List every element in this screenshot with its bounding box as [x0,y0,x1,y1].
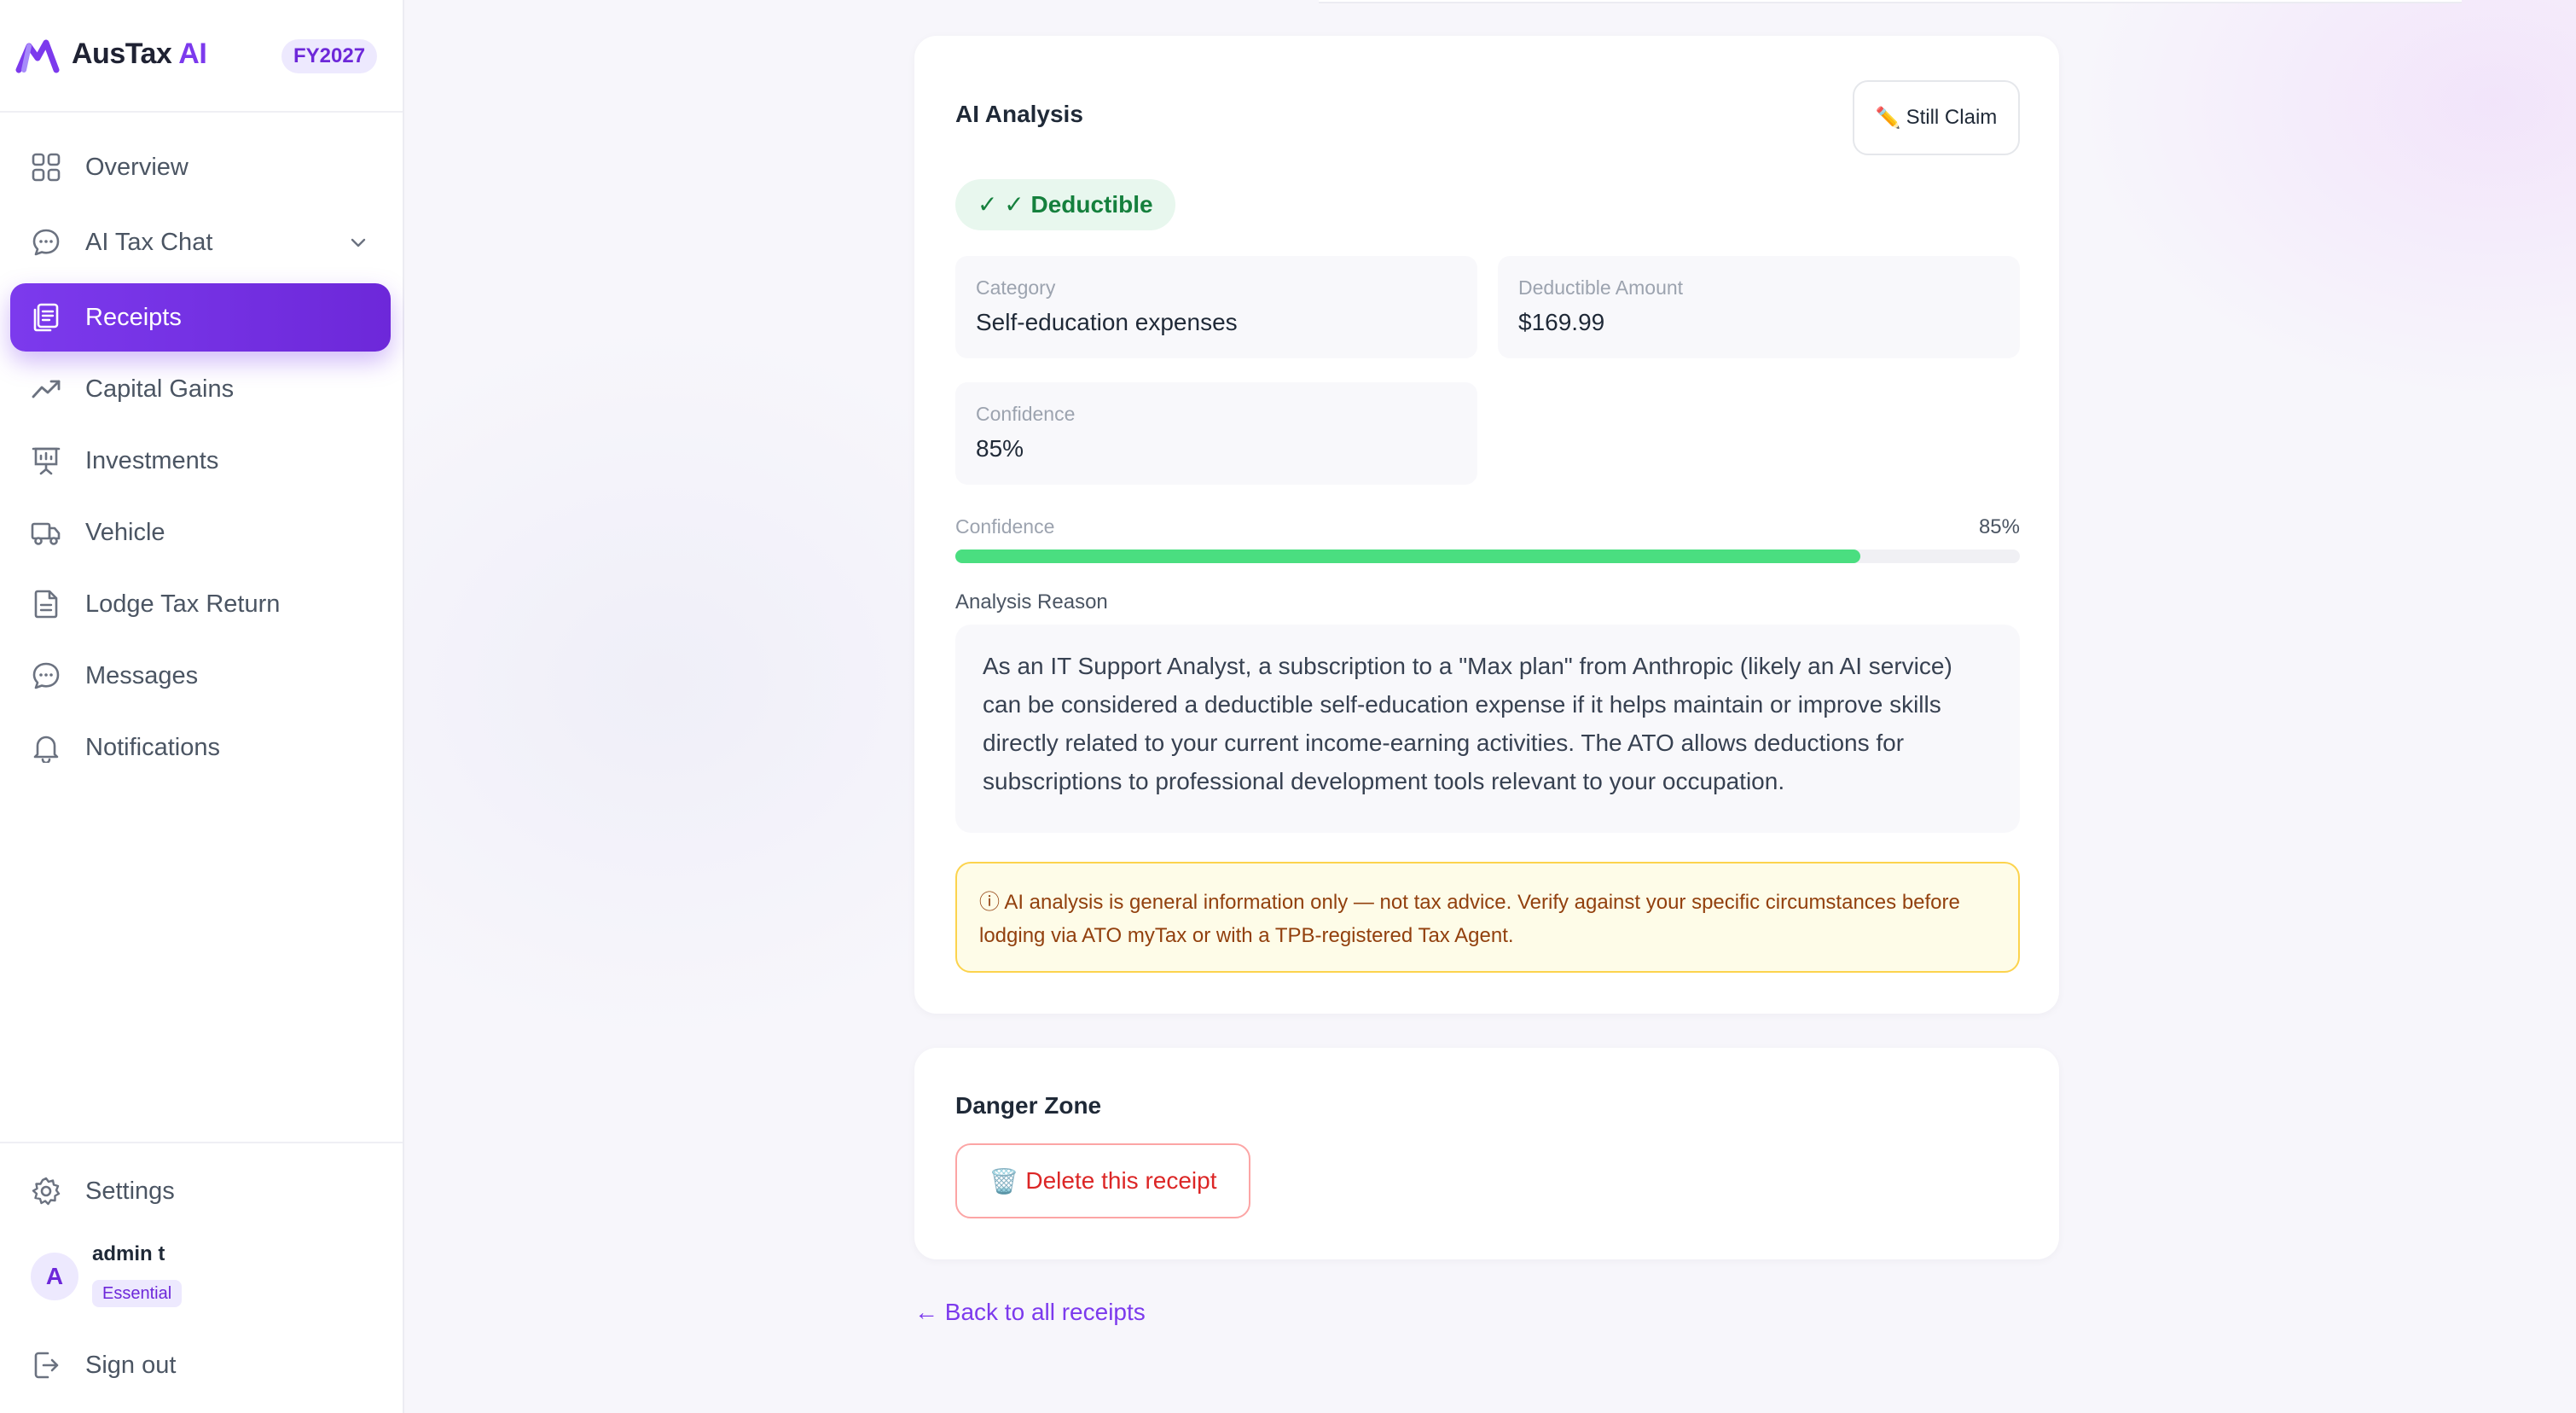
sign-out-icon [34,1352,59,1379]
settings-label: Settings [85,1177,175,1205]
brand-name-text: AusTax [72,38,172,70]
confidence-value: 85% [976,435,1024,462]
back-to-receipts-link[interactable]: ← Back to all receipts [914,1299,1146,1326]
avatar[interactable]: A [31,1253,78,1300]
user-name: admin t [92,1242,165,1265]
chevron-down-icon[interactable] [348,232,368,253]
chat-icon [32,229,60,256]
sidebar-divider [0,1142,403,1143]
receipt-icon [33,303,59,332]
plan-badge: Essential [92,1280,183,1307]
confidence-progress-track [955,550,2020,563]
confidence-field: Confidence 85% [955,382,1477,485]
still-claim-label: Still Claim [1906,106,1998,129]
category-value: Self-education expenses [976,309,1238,335]
sidebar-item-label: Receipts [85,303,182,331]
presentation-chart-icon [32,447,61,475]
disclaimer-notice: ⓘ AI analysis is general information onl… [955,862,2020,973]
sidebar-item-overview[interactable]: Overview [10,133,391,201]
sidebar-item-capital-gains[interactable]: Capital Gains [10,355,391,423]
sidebar-item-label: Investments [85,446,219,474]
sidebar-item-label: Notifications [85,733,220,761]
grid-icon [32,153,61,182]
document-icon [34,590,58,619]
sidebar: AusTax AI FY2027 Overview AI Tax Chat Re… [0,0,404,1413]
bell-icon [33,736,59,763]
gear-icon [32,1177,61,1206]
confidence-label: Confidence [976,403,1076,425]
danger-zone-card: Danger Zone 🗑️ Delete this receipt [914,1048,2059,1259]
delete-receipt-button[interactable]: 🗑️ Delete this receipt [955,1143,1250,1218]
sign-out-button[interactable]: Sign out [10,1331,391,1399]
delete-receipt-label: Delete this receipt [1025,1167,1217,1194]
deductible-amount-label: Deductible Amount [1518,276,1684,299]
app-window: AusTax AI FY2027 Overview AI Tax Chat Re… [0,0,2576,1413]
ai-analysis-card: AI Analysis ✏️ Still Claim ✓ ✓ Deductibl… [914,36,2059,1014]
analysis-reason-text: As an IT Support Analyst, a subscription… [955,625,2020,833]
sidebar-item-label: Capital Gains [85,375,235,403]
previous-card-edge [1319,0,2462,3]
sidebar-item-label: Vehicle [85,518,165,546]
brand-name-ai: AI [178,38,207,70]
sign-out-label: Sign out [85,1351,177,1379]
sidebar-item-lodge-tax-return[interactable]: Lodge Tax Return [10,570,391,638]
brand-logo-icon[interactable] [15,38,60,75]
fiscal-year-badge[interactable]: FY2027 [281,39,378,73]
ai-analysis-title: AI Analysis [955,101,1083,127]
still-claim-button[interactable]: ✏️ Still Claim [1853,80,2020,155]
brand-header: AusTax AI FY2027 [0,0,403,113]
truck-icon [31,522,61,545]
message-icon [32,662,60,689]
sidebar-item-ai-tax-chat[interactable]: AI Tax Chat [10,208,391,276]
confidence-bar-label: Confidence [955,515,1055,538]
sidebar-item-label: Lodge Tax Return [85,590,281,618]
confidence-bar-value: 85% [1978,515,2020,538]
trash-icon: 🗑️ [989,1167,1019,1195]
category-field: Category Self-education expenses [955,256,1477,358]
status-badge: ✓ ✓ Deductible [955,179,1175,230]
pencil-icon: ✏️ [1875,106,1901,130]
sidebar-item-label: AI Tax Chat [85,228,213,256]
danger-zone-title: Danger Zone [955,1092,1102,1119]
brand-name[interactable]: AusTax AI [72,38,207,71]
sidebar-item-label: Overview [85,153,189,181]
trending-up-icon [32,380,61,398]
analysis-reason-label: Analysis Reason [955,590,1108,613]
sidebar-item-investments[interactable]: Investments [10,427,391,495]
category-label: Category [976,276,1056,299]
deductible-amount-field: Deductible Amount $169.99 [1498,256,2020,358]
confidence-progress-fill [955,550,1860,563]
deductible-amount-value: $169.99 [1518,309,1605,335]
sidebar-item-settings[interactable]: Settings [10,1157,391,1225]
sidebar-item-vehicle[interactable]: Vehicle [10,498,391,567]
sidebar-item-messages[interactable]: Messages [10,642,391,710]
sidebar-item-label: Messages [85,661,199,689]
sidebar-item-notifications[interactable]: Notifications [10,713,391,782]
sidebar-item-receipts[interactable]: Receipts [10,283,391,352]
